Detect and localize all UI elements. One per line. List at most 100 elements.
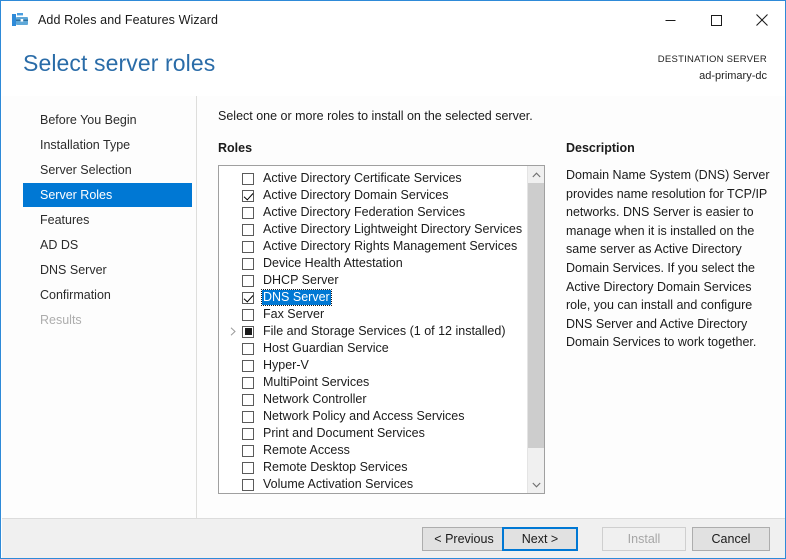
role-list-item[interactable]: Active Directory Lightweight Directory S… [219, 221, 527, 238]
scrollbar-thumb[interactable] [528, 183, 544, 448]
destination-server-value: ad-primary-dc [699, 70, 767, 82]
role-checkbox[interactable] [242, 240, 254, 253]
role-list-item[interactable]: Volume Activation Services [219, 476, 527, 493]
role-checkbox[interactable] [242, 257, 254, 270]
role-label: Host Guardian Service [263, 341, 389, 355]
role-label: DHCP Server [263, 273, 339, 287]
add-roles-and-features-wizard-window: Add Roles and Features Wizard Select ser… [0, 0, 786, 559]
scrollbar-track[interactable] [528, 448, 544, 476]
roles-list: Active Directory Certificate Services Act… [219, 170, 527, 494]
sidebar-item-label: Server Selection [40, 163, 132, 177]
scroll-up-arrow-icon[interactable] [528, 166, 544, 183]
role-list-item[interactable]: Remote Access [219, 442, 527, 459]
role-checkbox[interactable] [242, 189, 254, 202]
sidebar-item-server-roles[interactable]: Server Roles [23, 183, 192, 207]
role-checkbox[interactable] [242, 478, 254, 491]
sidebar-item-dns-server[interactable]: DNS Server [23, 258, 192, 282]
close-button[interactable] [739, 1, 785, 39]
sidebar-item-label: Installation Type [40, 138, 131, 152]
main-panel: Select one or more roles to install on t… [197, 96, 785, 518]
role-list-item[interactable]: Active Directory Domain Services [219, 187, 527, 204]
role-label: Active Directory Federation Services [263, 205, 466, 219]
role-checkbox[interactable] [242, 410, 254, 423]
role-checkbox[interactable] [242, 342, 254, 355]
role-checkbox[interactable] [242, 444, 254, 457]
role-list-item[interactable]: DHCP Server [219, 272, 527, 289]
role-label: Fax Server [263, 307, 325, 321]
cancel-button[interactable]: Cancel [692, 527, 770, 551]
role-label: Active Directory Lightweight Directory S… [263, 222, 523, 236]
sidebar-item-results: Results [23, 308, 192, 332]
instruction-text: Select one or more roles to install on t… [218, 109, 533, 123]
role-checkbox[interactable] [242, 274, 254, 287]
role-list-item[interactable]: Web Server (IIS) [219, 493, 527, 494]
role-list-item[interactable]: Active Directory Certificate Services [219, 170, 527, 187]
role-list-item[interactable]: Fax Server [219, 306, 527, 323]
role-checkbox[interactable] [242, 376, 254, 389]
role-list-item[interactable]: Remote Desktop Services [219, 459, 527, 476]
destination-server-block: DESTINATION SERVER ad-primary-dc [658, 53, 767, 83]
next-button[interactable]: Next > [502, 527, 578, 551]
sidebar-item-installation-type[interactable]: Installation Type [23, 133, 192, 157]
role-label: Remote Desktop Services [263, 460, 408, 474]
role-label: Active Directory Rights Management Servi… [263, 239, 518, 253]
role-checkbox[interactable] [242, 172, 254, 185]
wizard-body: Before You Begin Installation Type Server … [2, 96, 785, 518]
maximize-button[interactable] [693, 1, 739, 39]
role-list-item[interactable]: Hyper-V [219, 357, 527, 374]
role-checkbox[interactable] [242, 393, 254, 406]
role-list-item[interactable]: Host Guardian Service [219, 340, 527, 357]
role-list-item[interactable]: Device Health Attestation [219, 255, 527, 272]
role-checkbox[interactable] [242, 206, 254, 219]
role-list-item[interactable]: DNS Server [219, 289, 527, 306]
page-header: Select server roles DESTINATION SERVER a… [2, 39, 785, 96]
role-label: Active Directory Domain Services [263, 188, 449, 202]
previous-button[interactable]: < Previous [422, 527, 506, 551]
toolbox-icon [10, 10, 30, 30]
roles-scrollbar[interactable] [527, 166, 544, 493]
role-checkbox[interactable] [242, 291, 254, 304]
role-label: File and Storage Services (1 of 12 insta… [263, 324, 506, 338]
install-button: Install [602, 527, 686, 551]
role-checkbox[interactable] [242, 325, 254, 338]
role-list-item[interactable]: MultiPoint Services [219, 374, 527, 391]
minimize-button[interactable] [647, 1, 693, 39]
title-bar: Add Roles and Features Wizard [1, 1, 785, 39]
wizard-navigation-sidebar: Before You Begin Installation Type Server … [2, 96, 197, 518]
role-checkbox[interactable] [242, 223, 254, 236]
role-list-item[interactable]: Active Directory Rights Management Servi… [219, 238, 527, 255]
sidebar-item-label: Features [40, 213, 90, 227]
role-checkbox[interactable] [242, 359, 254, 372]
description-text: Domain Name System (DNS) Server provides… [566, 168, 770, 350]
role-checkbox[interactable] [242, 461, 254, 474]
role-list-item[interactable]: File and Storage Services (1 of 12 insta… [219, 323, 527, 340]
sidebar-item-before-you-begin[interactable]: Before You Begin [23, 108, 192, 132]
scroll-down-arrow-icon[interactable] [528, 476, 544, 493]
role-label: Hyper-V [263, 358, 309, 372]
sidebar-item-confirmation[interactable]: Confirmation [23, 283, 192, 307]
wizard-footer: < Previous Next > Install Cancel [2, 518, 785, 558]
role-list-item[interactable]: Network Policy and Access Services [219, 408, 527, 425]
role-list-item[interactable]: Network Controller [219, 391, 527, 408]
sidebar-item-label: Confirmation [40, 288, 111, 302]
sidebar-item-features[interactable]: Features [23, 208, 192, 232]
role-label: MultiPoint Services [263, 375, 370, 389]
sidebar-item-server-selection[interactable]: Server Selection [23, 158, 192, 182]
role-list-item[interactable]: Print and Document Services [219, 425, 527, 442]
role-checkbox[interactable] [242, 308, 254, 321]
expand-arrow-icon[interactable] [226, 323, 240, 340]
sidebar-item-ad-ds[interactable]: AD DS [23, 233, 192, 257]
roles-listbox[interactable]: Active Directory Certificate Services Act… [218, 165, 545, 494]
role-list-item[interactable]: Active Directory Federation Services [219, 204, 527, 221]
role-checkbox[interactable] [242, 427, 254, 440]
sidebar-item-label: Results [40, 313, 82, 327]
role-label: Device Health Attestation [263, 256, 403, 270]
